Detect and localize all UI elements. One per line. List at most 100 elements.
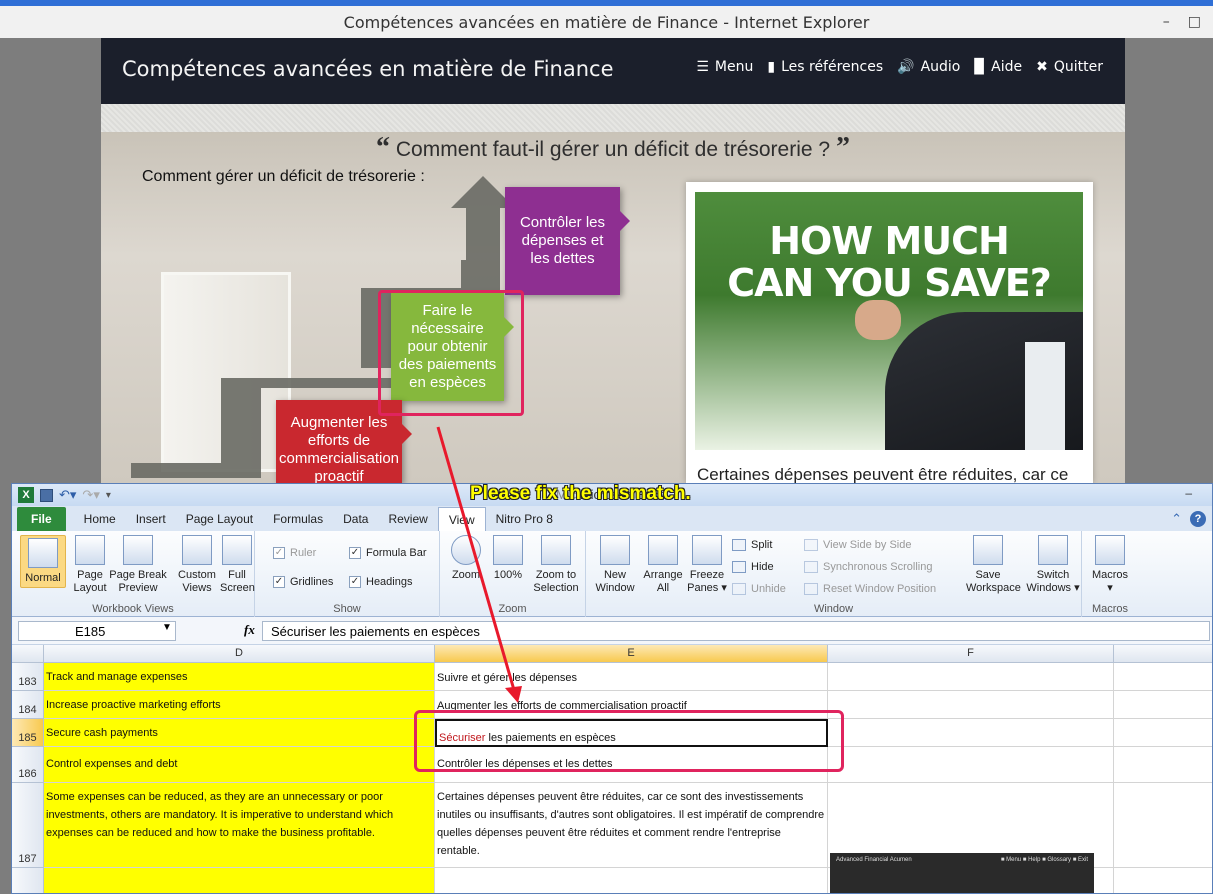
column-header-f[interactable]: F: [828, 645, 1114, 663]
cell-f186[interactable]: [828, 747, 1114, 783]
arrange-all-label-1: Arrange: [643, 569, 683, 581]
macros-button-label: Macros: [1091, 569, 1129, 581]
save-icon[interactable]: [40, 488, 53, 502]
page-break-label-1: Page Break: [109, 569, 167, 581]
minimize-icon[interactable]: –: [1163, 14, 1170, 30]
help-icon[interactable]: ?: [1190, 511, 1206, 527]
tab-view[interactable]: View: [437, 507, 486, 531]
page-break-button[interactable]: Page Break Preview: [108, 535, 168, 595]
excel-minimize-icon[interactable]: –: [1185, 486, 1192, 500]
card-hand: [855, 300, 901, 340]
cell-e187[interactable]: Certaines dépenses peuvent être réduites…: [435, 783, 828, 868]
cell-d187[interactable]: Some expenses can be reduced, as they ar…: [44, 783, 435, 868]
full-screen-label-2: Screen: [220, 582, 255, 594]
cell-d185[interactable]: Secure cash payments: [44, 719, 435, 747]
formula-bar-checkbox[interactable]: ✓ Formula Bar: [349, 547, 427, 559]
customize-qat-icon[interactable]: ▾: [106, 490, 111, 501]
tab-home[interactable]: Home: [74, 512, 126, 531]
row-header-187[interactable]: 187: [12, 783, 44, 868]
page-layout-button[interactable]: Page Layout: [68, 535, 112, 595]
column-header-d[interactable]: D: [44, 645, 435, 663]
zoom-group-label: Zoom: [498, 603, 527, 615]
side-by-side-button[interactable]: View Side by Side: [804, 539, 911, 551]
full-screen-button[interactable]: Full Screen: [220, 535, 255, 595]
zoom-selection-button[interactable]: Zoom to Selection: [530, 535, 582, 595]
ruler-checkbox[interactable]: ✓ Ruler: [273, 547, 316, 559]
zoom-selection-icon: [541, 535, 571, 565]
redo-icon[interactable]: ↷▾: [82, 487, 99, 503]
gridlines-checkbox[interactable]: ✓ Gridlines: [273, 576, 333, 588]
cell-f185[interactable]: [828, 719, 1114, 747]
split-label: Split: [751, 539, 773, 551]
step-control-expenses[interactable]: Contrôler les dépenses et les dettes: [505, 187, 630, 295]
tab-page-layout[interactable]: Page Layout: [176, 512, 263, 531]
hide-button[interactable]: Hide: [732, 561, 774, 573]
formula-bar-check: ✓: [349, 547, 361, 559]
gridlines-check: ✓: [273, 576, 285, 588]
normal-view-button[interactable]: Normal: [20, 535, 66, 588]
cell-g186[interactable]: [1114, 747, 1212, 783]
formula-bar-label: Formula Bar: [366, 547, 427, 559]
magnifier-icon: [451, 535, 481, 565]
undo-icon[interactable]: ↶▾: [59, 487, 76, 503]
new-window-button[interactable]: New Window: [592, 535, 638, 595]
arrange-all-button[interactable]: Arrange All: [640, 535, 686, 595]
tab-review[interactable]: Review: [378, 512, 437, 531]
cell-g185[interactable]: [1114, 719, 1212, 747]
unhide-button[interactable]: Unhide: [732, 583, 786, 595]
select-all-corner[interactable]: [12, 645, 44, 663]
tab-nitro[interactable]: Nitro Pro 8: [486, 512, 563, 531]
cell-g184[interactable]: [1114, 691, 1212, 719]
name-box-dropdown-icon[interactable]: ▼: [162, 622, 172, 633]
maximize-icon[interactable]: □: [1188, 14, 1201, 30]
hide-label: Hide: [751, 561, 774, 573]
reset-position-label: Reset Window Position: [823, 583, 937, 595]
row-header-186[interactable]: 186: [12, 747, 44, 783]
freeze-panes-button[interactable]: Freeze Panes ▾: [684, 535, 730, 595]
headings-checkbox[interactable]: ✓ Headings: [349, 576, 412, 588]
column-header-e[interactable]: E: [435, 645, 828, 663]
cell-g183[interactable]: [1114, 663, 1212, 691]
row-header-184[interactable]: 184: [12, 691, 44, 719]
full-screen-icon: [222, 535, 252, 565]
save-workspace-button[interactable]: Save Workspace: [966, 535, 1021, 595]
embedded-screenshot-thumbnail[interactable]: Advanced Financial Acumen ■ Menu ■ Help …: [830, 853, 1094, 893]
tab-formulas[interactable]: Formulas: [263, 512, 333, 531]
tab-insert[interactable]: Insert: [126, 512, 176, 531]
row-header-183[interactable]: 183: [12, 663, 44, 691]
cell-f183[interactable]: [828, 663, 1114, 691]
cell-d183[interactable]: Track and manage expenses: [44, 663, 435, 691]
cell-f184[interactable]: [828, 691, 1114, 719]
ribbon-right-controls: ⌃ ?: [1171, 511, 1206, 527]
collapse-ribbon-icon[interactable]: ⌃: [1171, 511, 1182, 527]
sync-scroll-button[interactable]: Synchronous Scrolling: [804, 561, 932, 573]
side-by-side-icon: [804, 539, 818, 551]
switch-windows-button[interactable]: Switch Windows ▾: [1026, 535, 1080, 595]
normal-view-icon: [28, 538, 58, 568]
row-header-185[interactable]: 185: [12, 719, 44, 747]
cell-d186[interactable]: Control expenses and debt: [44, 747, 435, 783]
zoom-button[interactable]: Zoom: [448, 535, 484, 582]
excel-logo-icon: X: [18, 487, 34, 503]
tab-file[interactable]: File: [17, 507, 66, 531]
cell-d188[interactable]: [44, 868, 435, 893]
quick-access-toolbar: X ↶▾ ↷▾ ▾: [12, 487, 111, 503]
cell-d184[interactable]: Increase proactive marketing efforts: [44, 691, 435, 719]
reset-position-button[interactable]: Reset Window Position: [804, 583, 936, 595]
cell-g187[interactable]: [1114, 783, 1212, 868]
slide-intro: Comment gérer un déficit de trésorerie :: [142, 168, 425, 185]
name-box[interactable]: E185: [18, 621, 176, 641]
freeze-panes-label-1: Freeze: [689, 569, 725, 581]
split-button[interactable]: Split: [732, 539, 772, 551]
cell-e188[interactable]: [435, 868, 828, 893]
macros-button[interactable]: Macros ▾: [1088, 535, 1132, 595]
tab-data[interactable]: Data: [333, 512, 378, 531]
thumbnail-title: Advanced Financial Acumen: [836, 857, 912, 863]
row-header-188[interactable]: [12, 868, 44, 893]
zoom-100-button[interactable]: 100%: [490, 535, 526, 582]
custom-views-button[interactable]: Custom Views: [176, 535, 218, 595]
formula-input[interactable]: Sécuriser les paiements en espèces: [262, 621, 1210, 641]
cell-e183[interactable]: Suivre et gérer les dépenses: [435, 663, 828, 691]
fx-icon[interactable]: fx: [244, 622, 255, 638]
column-header-next[interactable]: [1114, 645, 1212, 663]
